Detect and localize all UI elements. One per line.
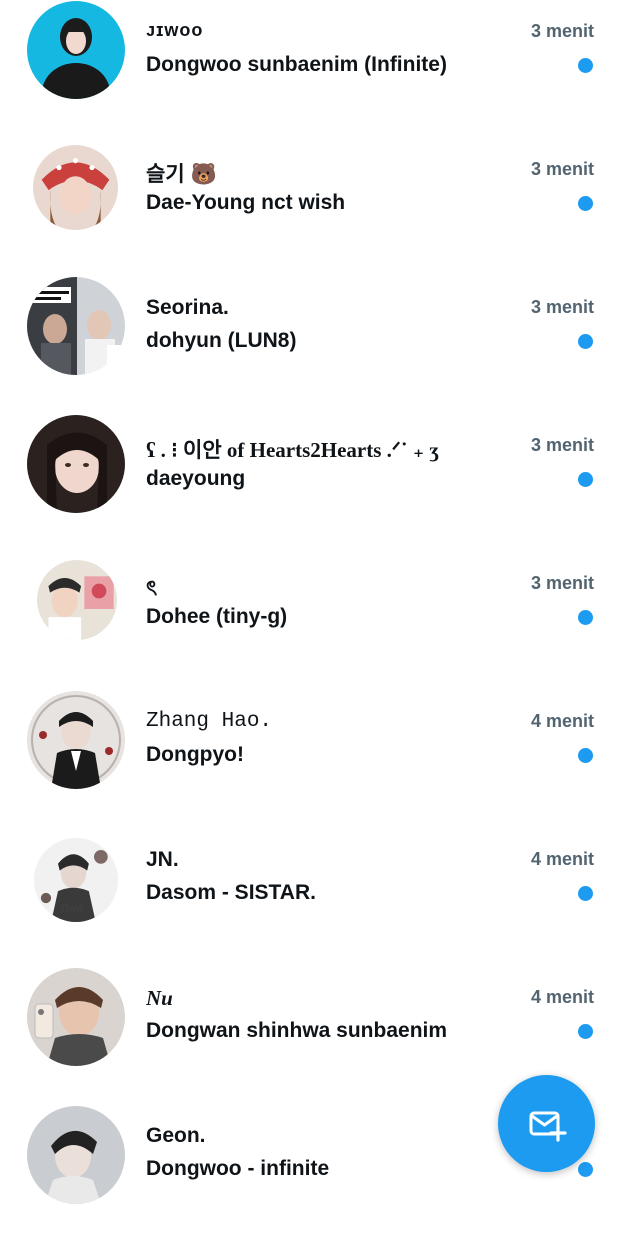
conversation-preview: Dohee (tiny-g) (146, 605, 288, 628)
conversation-name: ʕ . ⁝ 이안 of Hearts2Hearts .ᐟ˙ ₊ ʒ (146, 438, 440, 462)
new-message-icon (529, 1111, 567, 1142)
unread-indicator (578, 58, 593, 73)
avatar[interactable] (37, 560, 117, 640)
conversation-row[interactable]: ʕ . ⁝ 이안 of Hearts2Hearts .ᐟ˙ ₊ ʒ 3 meni… (0, 414, 622, 552)
conversation-time: 3 menit (530, 435, 594, 455)
unread-indicator (578, 886, 593, 901)
avatar[interactable] (27, 415, 125, 513)
conversation-time: 3 menit (530, 21, 594, 41)
conversation-row[interactable]: 슬기 🐻 3 menit Dae-Young nct wish (0, 138, 622, 276)
conversation-preview: Dongwan shinhwa sunbaenim (146, 1019, 448, 1042)
avatar[interactable]: Third (34, 838, 118, 922)
conversation-name: JN. (146, 848, 179, 871)
conversation-time: 3 menit (530, 159, 594, 179)
conversation-row[interactable]: Seorina. 3 menit dohyun (LUN8) (0, 276, 622, 414)
conversation-time: 4 menit (530, 711, 594, 731)
conversation-time: 4 menit (530, 849, 594, 869)
conversation-preview: dohyun (LUN8) (146, 329, 297, 352)
unread-indicator (578, 1024, 593, 1039)
avatar[interactable] (27, 968, 125, 1066)
conversation-time: 3 menit (530, 573, 594, 593)
conversation-row[interactable]: ৎ 3 menit Dohee (tiny-g) (0, 552, 622, 690)
new-message-button[interactable] (498, 1075, 595, 1172)
unread-indicator (578, 196, 593, 211)
conversation-preview: Dasom - SISTAR. (146, 881, 316, 904)
avatar[interactable] (27, 1, 125, 99)
conversation-preview: Dongwoo sunbaenim (Infinite) (146, 53, 447, 76)
svg-text:Third: Third (60, 904, 83, 915)
unread-indicator (578, 1162, 593, 1177)
conversation-name: ৎ (146, 577, 158, 600)
conversation-preview: Dae-Young nct wish (146, 191, 346, 214)
conversation-name: Zhang Hao. (146, 710, 273, 733)
unread-indicator (578, 472, 593, 487)
conversation-time: 3 menit (530, 297, 594, 317)
conversation-time: 4 menit (530, 987, 594, 1007)
conversation-name: Nu (146, 986, 173, 1010)
conversation-row[interactable]: ᴊɪᴡᴏᴏ 3 menit Dongwoo sunbaenim (Infinit… (0, 0, 622, 138)
conversation-name: Geon. (146, 1124, 206, 1147)
conversation-name: ᴊɪᴡᴏᴏ (146, 20, 204, 40)
conversation-row[interactable]: Third JN. 4 menit Dasom - SISTAR. (0, 828, 622, 966)
unread-indicator (578, 334, 593, 349)
unread-indicator (578, 610, 593, 625)
conversation-preview: Dongpyo! (146, 743, 244, 766)
avatar[interactable] (33, 145, 118, 230)
conversation-preview: Dongwoo - infinite (146, 1157, 330, 1180)
avatar[interactable] (27, 277, 125, 375)
avatar[interactable] (27, 691, 125, 789)
conversation-name: 슬기 🐻 (146, 163, 217, 186)
conversation-preview: daeyoung (146, 467, 246, 490)
avatar[interactable] (27, 1106, 125, 1204)
conversation-row[interactable]: Zhang Hao. 4 menit Dongpyo! (0, 690, 622, 828)
unread-indicator (578, 748, 593, 763)
conversation-name: Seorina. (146, 296, 229, 319)
